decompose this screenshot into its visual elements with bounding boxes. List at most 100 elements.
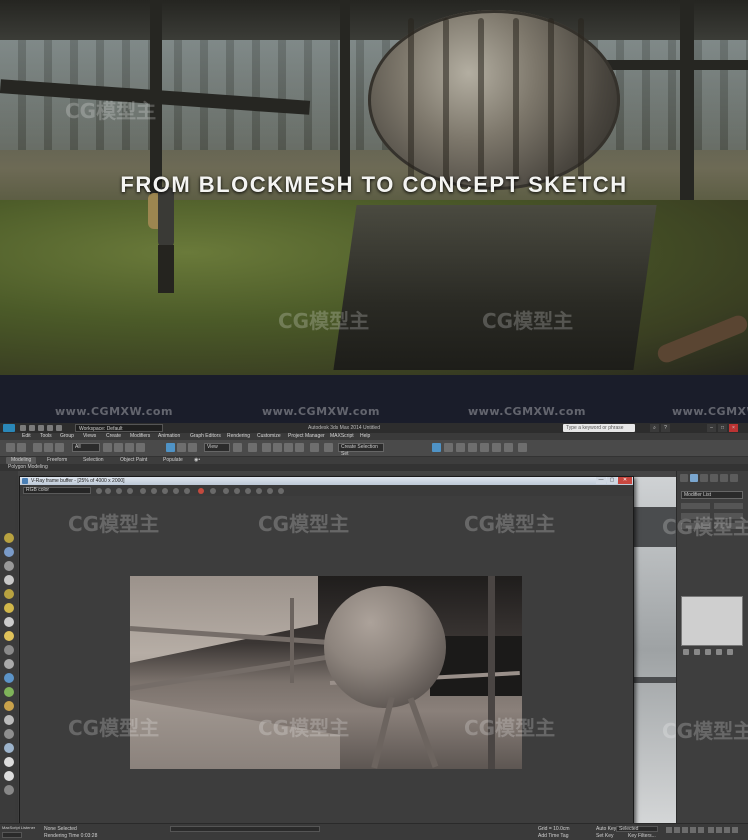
select-by-name-icon[interactable] [114, 443, 123, 452]
plane-icon[interactable] [4, 575, 14, 585]
pivot-center-icon[interactable] [233, 443, 242, 452]
menu-edit[interactable]: Edit [22, 433, 31, 440]
next-frame-icon[interactable] [690, 827, 696, 833]
blue-channel-icon[interactable] [184, 488, 190, 494]
helper-icon[interactable] [4, 645, 14, 655]
camera-icon[interactable] [4, 617, 14, 627]
curve-editor-icon[interactable] [444, 443, 453, 452]
window-crossing-icon[interactable] [136, 443, 145, 452]
previous-frame-icon[interactable] [674, 827, 680, 833]
bind-space-warp-icon[interactable] [55, 443, 64, 452]
vray-proxy-icon[interactable] [4, 673, 14, 683]
region-render-icon[interactable] [151, 488, 157, 494]
redo-icon[interactable] [17, 443, 26, 452]
sphere-icon[interactable] [4, 547, 14, 557]
lut-icon[interactable] [245, 488, 251, 494]
create-tab-icon[interactable] [680, 474, 688, 482]
maxscript-mini-listener[interactable] [2, 832, 22, 838]
motion-tab-icon[interactable] [710, 474, 718, 482]
menu-graph-editors[interactable]: Graph Editors [190, 433, 221, 440]
set-key-button[interactable]: Set Key [596, 833, 614, 839]
rectangle-select-icon[interactable] [125, 443, 134, 452]
white-sphere-icon[interactable] [4, 771, 14, 781]
pan-icon[interactable] [716, 827, 722, 833]
select-object-icon[interactable] [103, 443, 112, 452]
save-image-icon[interactable] [96, 488, 102, 494]
foliage-icon[interactable] [4, 687, 14, 697]
menu-views[interactable]: Views [83, 433, 96, 440]
tab-freeform[interactable]: Freeform [47, 457, 67, 464]
search-icon[interactable]: ⌕ [650, 424, 659, 432]
menu-create[interactable]: Create [106, 433, 121, 440]
spinner-snap-icon[interactable] [295, 443, 304, 452]
render-last-icon[interactable] [210, 488, 216, 494]
sun-icon[interactable] [4, 603, 14, 613]
app-menu-icon[interactable] [3, 424, 15, 432]
fur-icon[interactable] [4, 701, 14, 711]
modifier-button[interactable] [714, 503, 743, 509]
tab-populate[interactable]: Populate [163, 457, 183, 464]
undo-icon[interactable] [6, 443, 15, 452]
spacewarp-icon[interactable] [4, 659, 14, 669]
snaps-toggle-icon[interactable] [262, 443, 271, 452]
go-to-end-icon[interactable] [698, 827, 704, 833]
polygon-modeling-label[interactable]: Polygon Modeling [8, 464, 48, 471]
modifier-button[interactable] [714, 513, 743, 519]
modify-tab-icon[interactable] [690, 474, 698, 482]
render-setup-icon[interactable] [480, 443, 489, 452]
orbit-icon[interactable] [724, 827, 730, 833]
red-channel-icon[interactable] [162, 488, 168, 494]
render-iterative-icon[interactable] [518, 443, 527, 452]
tab-object-paint[interactable]: Object Paint [120, 457, 147, 464]
graphite-toolbar-icon[interactable] [432, 443, 441, 452]
maximize-button[interactable]: ▢ [607, 477, 617, 484]
srgb-icon[interactable] [234, 488, 240, 494]
open-icon[interactable] [29, 425, 35, 431]
make-unique-icon[interactable] [705, 649, 711, 655]
maximize-icon[interactable]: □ [718, 424, 727, 432]
edit-named-selection-icon[interactable] [310, 443, 319, 452]
select-rotate-icon[interactable] [177, 443, 186, 452]
mirror-icon[interactable] [324, 443, 333, 452]
play-icon[interactable] [682, 827, 688, 833]
render-production-icon[interactable] [504, 443, 513, 452]
scripts-icon[interactable] [4, 729, 14, 739]
close-icon[interactable]: × [729, 424, 738, 432]
stop-render-icon[interactable] [198, 488, 204, 494]
box-icon[interactable] [4, 561, 14, 571]
omni-light-icon[interactable] [4, 589, 14, 599]
redo-icon[interactable] [56, 425, 62, 431]
light-icon[interactable] [4, 533, 14, 543]
vfb-title-bar[interactable]: V-Ray frame buffer - [25% of 4000 x 2000… [20, 477, 633, 485]
menu-group[interactable]: Group [60, 433, 74, 440]
minimize-button[interactable]: — [596, 477, 606, 484]
physcam-icon[interactable] [4, 743, 14, 753]
modifier-list-dropdown[interactable]: Modifier List [681, 491, 743, 499]
lens-effects-icon[interactable] [267, 488, 273, 494]
channel-dropdown[interactable]: RGB color [23, 487, 91, 494]
add-time-tag-button[interactable]: Add Time Tag [538, 833, 568, 839]
color-correction-icon[interactable] [223, 488, 229, 494]
menu-tools[interactable]: Tools [40, 433, 52, 440]
new-icon[interactable] [20, 425, 26, 431]
unlink-icon[interactable] [44, 443, 53, 452]
workspace-dropdown[interactable]: Workspace: Default [75, 424, 163, 432]
vfb-canvas[interactable]: CG模型主 CG模型主 CG模型主 CG模型主 CG模型主 CG模型主 [20, 496, 633, 824]
menu-maxscript[interactable]: MAXScript [330, 433, 354, 440]
key-filters-button[interactable]: Key Filters... [628, 833, 656, 839]
named-selection-dropdown[interactable]: Create Selection Set [338, 443, 384, 457]
menu-modifiers[interactable]: Modifiers [130, 433, 150, 440]
history-icon[interactable] [278, 488, 284, 494]
modifier-button[interactable] [681, 503, 710, 509]
maximize-viewport-icon[interactable] [732, 827, 738, 833]
menu-project-manager[interactable]: Project Manager [288, 433, 325, 440]
close-button[interactable]: ✕ [618, 477, 632, 484]
track-mouse-icon[interactable] [140, 488, 146, 494]
material-editor-icon[interactable] [468, 443, 477, 452]
reference-coordinate-dropdown[interactable]: View [204, 443, 230, 452]
tab-modeling[interactable]: Modeling [6, 457, 37, 464]
utility-icon[interactable] [4, 785, 14, 795]
green-channel-icon[interactable] [173, 488, 179, 494]
auto-key-mode-dropdown[interactable]: Selected [616, 826, 658, 832]
link-icon[interactable] [33, 443, 42, 452]
